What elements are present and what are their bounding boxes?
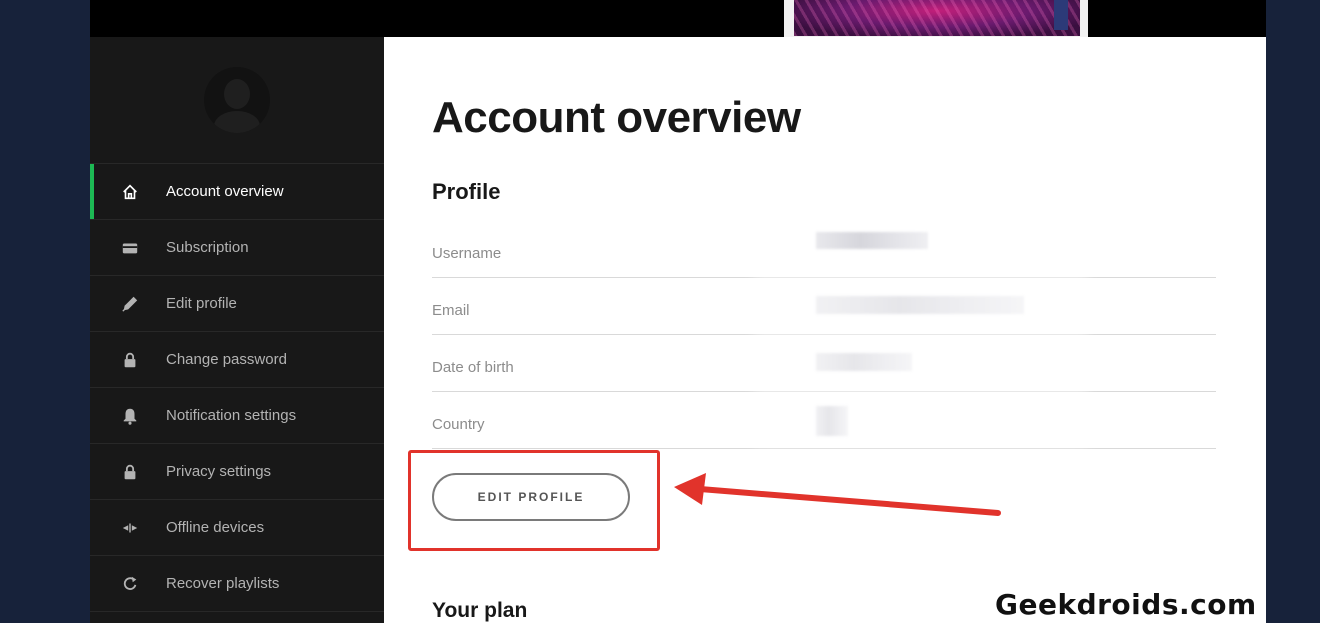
top-bar [90,0,1266,37]
sidebar-item-label: Recover playlists [166,575,280,592]
watermark-text: Geekdroids.com [995,588,1257,621]
sidebar: Account overview Subscription Edit profi… [90,37,384,623]
sidebar-nav: Account overview Subscription Edit profi… [90,163,384,623]
sidebar-item-notification-settings[interactable]: Notification settings [90,387,384,443]
sidebar-item-edit-profile[interactable]: Edit profile [90,275,384,331]
annotation-arrow [674,473,1001,516]
refresh-icon [120,574,140,594]
sidebar-item-label: Subscription [166,239,249,256]
lock-icon [120,350,140,370]
date-of-birth-label: Date of birth [432,359,514,376]
sidebar-item-subscription[interactable]: Subscription [90,219,384,275]
card-icon [120,238,140,258]
sidebar-divider [90,611,384,623]
your-plan-section-title: Your plan [432,599,528,622]
email-label: Email [432,302,470,319]
bell-icon [120,406,140,426]
sidebar-item-account-overview[interactable]: Account overview [90,163,384,219]
redaction-blur [754,259,1088,449]
country-label: Country [432,416,485,433]
lock-icon [120,462,140,482]
sidebar-item-label: Notification settings [166,407,297,424]
home-icon [120,182,140,202]
sidebar-item-label: Account overview [166,183,284,200]
sidebar-item-label: Edit profile [166,295,237,312]
sidebar-item-change-password[interactable]: Change password [90,331,384,387]
sidebar-item-privacy-settings[interactable]: Privacy settings [90,443,384,499]
pencil-icon [120,294,140,314]
sidebar-item-label: Offline devices [166,519,265,536]
app-window: Account overview Subscription Edit profi… [90,0,1266,623]
sidebar-item-offline-devices[interactable]: Offline devices [90,499,384,555]
username-value-blurred [816,232,928,249]
album-art-image [784,0,1088,37]
username-label: Username [432,245,502,262]
sidebar-item-label: Privacy settings [166,463,272,480]
avatar[interactable] [204,67,270,133]
page-title: Account overview [432,93,801,142]
sidebar-item-label: Change password [166,351,287,368]
offline-devices-icon [120,518,140,538]
profile-section-title: Profile [432,179,501,204]
annotation-highlight-box [408,450,660,551]
sidebar-item-recover-playlists[interactable]: Recover playlists [90,555,384,611]
